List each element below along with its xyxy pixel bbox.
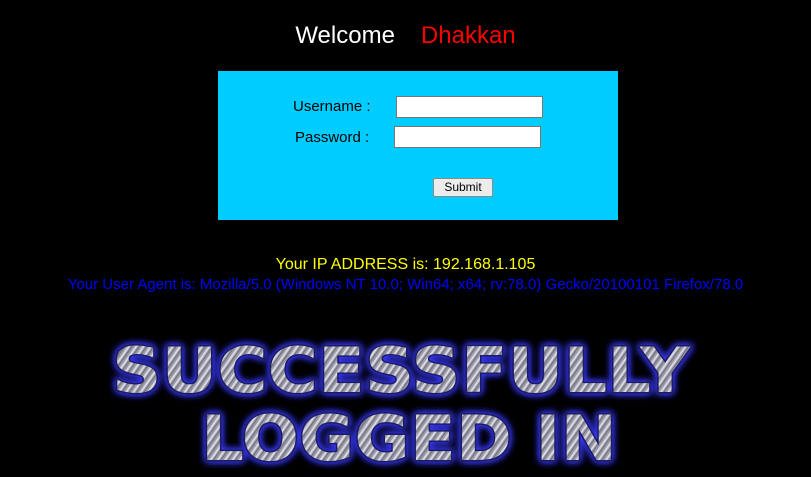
welcome-text: Welcome (295, 22, 395, 49)
ip-address-text: Your IP ADDRESS is: 192.168.1.105 (275, 256, 536, 273)
banner-line-2: LOGGED IN (201, 402, 617, 475)
password-input[interactable] (394, 126, 541, 148)
logged-in-username: Dhakkan (420, 22, 516, 49)
username-label: Username : (293, 98, 371, 115)
username-input[interactable] (396, 96, 543, 118)
success-banner: SUCCESSFULLY LOGGED IN (0, 330, 811, 477)
user-agent-text: Your User Agent is: Mozilla/5.0 (Windows… (67, 276, 744, 293)
banner-line-1: SUCCESSFULLY (112, 334, 691, 407)
submit-button[interactable]: Submit (433, 178, 493, 197)
page: Welcome Dhakkan Username : Password : Sub… (0, 0, 811, 477)
login-form: Username : Password : Submit (218, 71, 618, 220)
password-label: Password : (295, 129, 370, 146)
welcome-header: Welcome Dhakkan (0, 20, 811, 52)
